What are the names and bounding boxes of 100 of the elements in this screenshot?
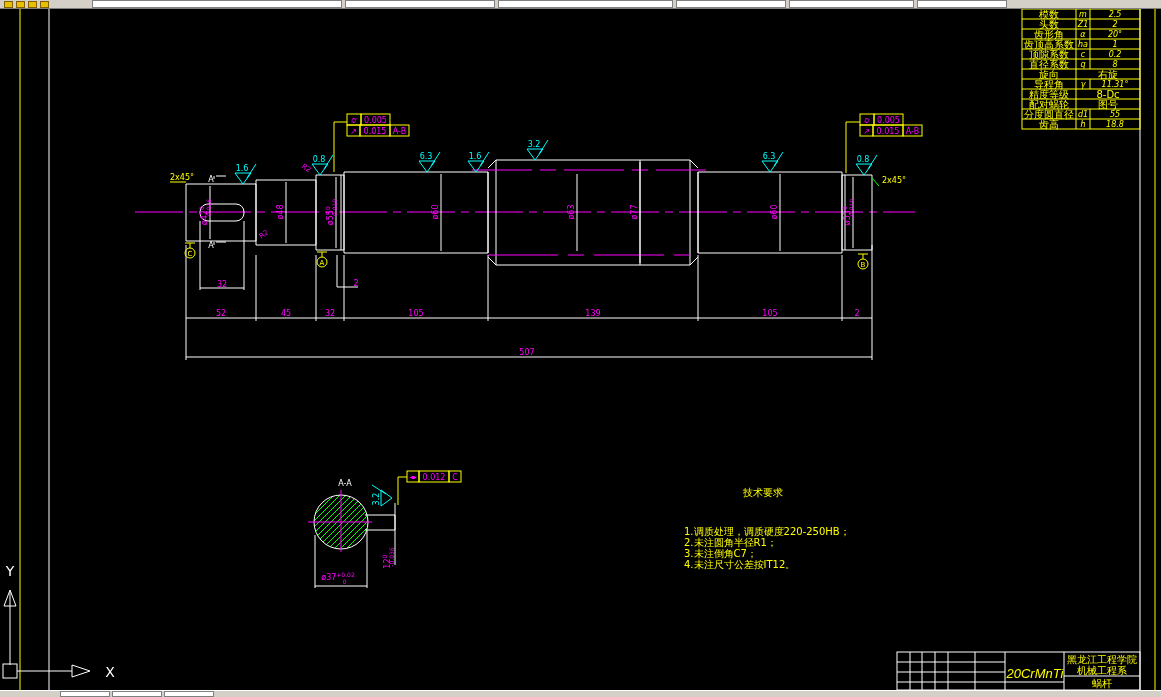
dimension-text: 507 [519,348,535,357]
school-name: 黑龙江工程学院 [1067,654,1137,665]
dimension-text: 2 [353,279,359,288]
roughness-value: 3.2 [527,140,541,149]
leader-line [397,476,408,506]
roughness-value: 6.3 [762,152,776,161]
tolerance-value: 0.012 [422,472,446,482]
tolerance-symbol: ↗ [350,126,357,136]
table-label: 齿形角 [1034,29,1064,40]
dimension-text: 2 [854,309,860,318]
toolbar-control[interactable] [498,0,673,8]
leader-line [871,177,880,187]
table-symbol: α [1080,30,1086,39]
table-symbol: Z1 [1077,20,1089,29]
table-value: 11.31° [1101,80,1129,89]
toolbar-control[interactable] [676,0,786,8]
table-label: 齿顶高系数 [1024,39,1074,50]
table-value: 8-Dc [1096,89,1120,100]
tolerance-value: 0.015 [363,126,387,136]
material-label: 20CrMnTi [1006,666,1064,681]
extension-line [394,502,396,566]
tolerance-symbol: ⌯ [410,472,416,482]
table-label: 头数 [1039,19,1059,30]
department-name: 机械工程系 [1077,665,1127,676]
dimension-text: 45 [280,309,292,318]
table-symbol: c [1080,50,1086,59]
tolerance-symbol: ↗ [863,126,870,136]
roughness-value: 6.3 [419,152,433,161]
table-label: 直径系数 [1029,59,1069,70]
ucs-icon [2,589,91,679]
tolerance-value: 0.005 [877,115,900,125]
layout-tab[interactable] [164,691,214,697]
technical-note: 4.未注尺寸公差按IT12。 [684,559,796,570]
keyway-outline [364,514,396,531]
table-symbol: q [1080,60,1086,69]
roughness-icon [467,151,490,173]
table-value: 2 [1112,20,1118,29]
dimension-text: ø77 [630,204,639,220]
dimension-text: 139 [585,309,601,318]
table-label: 导程角 [1034,79,1064,90]
technical-note: 2.未注圆角半径R1； [684,537,777,548]
chamfer-label: 2x45° [170,173,194,182]
table-symbol: h [1080,120,1086,129]
dimension-line [314,529,368,589]
dimension-text: 52 [215,309,227,318]
table-symbol: ha [1078,40,1088,49]
table-value: 18.8 [1106,120,1124,129]
axis-label: X [105,664,115,680]
dimension-text: 105 [408,309,424,318]
table-value: 1 [1112,40,1118,49]
toolbar-control[interactable] [789,0,914,8]
roughness-icon [234,163,257,185]
roughness-value: 1.6 [468,152,482,161]
layout-tab[interactable] [112,691,162,697]
dimension-text: 32 [216,280,228,289]
table-value: 2.5 [1108,10,1122,19]
layout-tab[interactable] [60,691,110,697]
table-symbol: d1 [1077,110,1089,119]
chamfer-label: 2x45° [882,176,906,185]
tolerance-value: A-B [905,126,920,136]
axis-label: Y [5,563,15,579]
datum-symbol [184,242,196,259]
table-label: 配对蜗轮 [1029,99,1069,110]
tolerance-symbol: ⌭ [864,115,870,125]
view-title: A-A [338,479,352,488]
datum-symbol [857,253,869,270]
table-label: 分度圆直径 [1024,109,1074,120]
roughness-value: 1.6 [235,164,249,173]
roughness-value: 3.2 [372,492,381,506]
roughness-value: 0.8 [312,155,326,164]
table-value: 0.2 [1108,50,1122,59]
roughness-icon [526,139,549,161]
part-name: 蜗杆 [1092,678,1112,689]
dimension-text: ø60 [770,204,779,220]
dimension-text: 105 [762,309,778,318]
tolerance-frame [346,113,410,137]
table-symbol: m [1079,10,1087,19]
dimension-text: ø60 [431,204,440,220]
table-label: 精度等级 [1029,89,1069,100]
toolbar-control[interactable] [345,0,495,8]
table-label: 旋向 [1039,69,1059,80]
technical-note: 1.调质处理，调质硬度220-250HB； [684,526,850,537]
table-label: 齿高 [1039,119,1059,130]
leader-line [169,181,187,183]
table-value: 55 [1109,110,1121,119]
tolerance-value: 0.005 [364,115,387,125]
table-label: 顶隙系数 [1029,49,1069,60]
technical-note: 3.未注倒角C7； [684,548,757,559]
table-value: 右旋 [1098,69,1118,80]
dimension-text: ø63 [567,204,576,220]
datum-symbol [316,251,328,268]
roughness-icon [418,151,441,173]
notes-title: 技术要求 [743,487,783,498]
section-mark: A [208,175,214,184]
table-value: 图号 [1098,99,1118,110]
tolerance-symbol: ⌭ [351,115,357,125]
toolbar-control[interactable] [92,0,342,8]
toolbar-control[interactable] [917,0,1007,8]
roughness-value: 0.8 [856,155,870,164]
dimension-text: ø48 [276,204,285,220]
